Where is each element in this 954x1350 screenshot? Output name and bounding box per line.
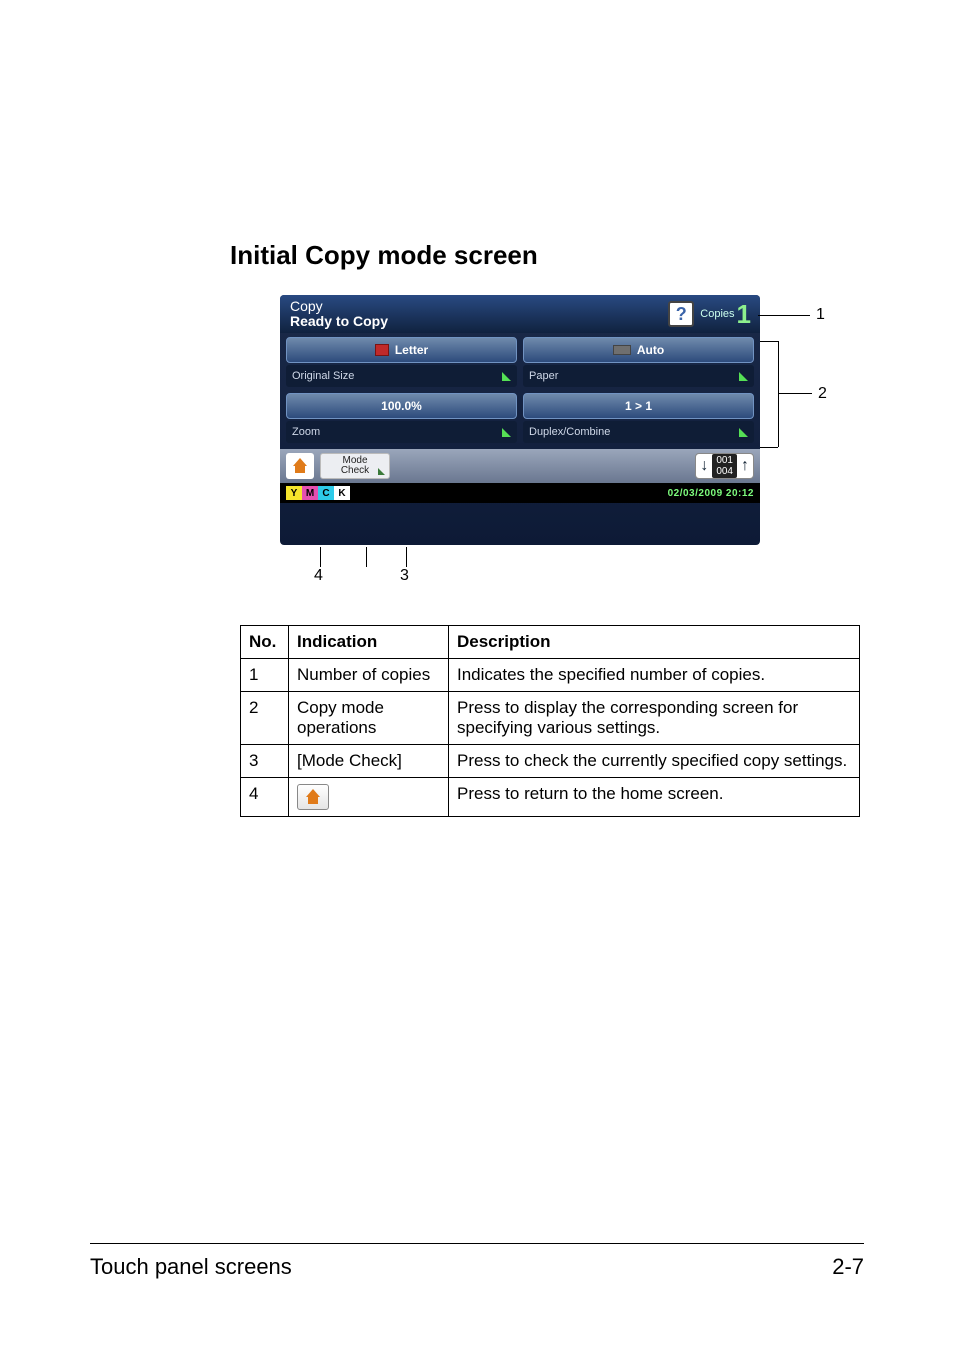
help-icon[interactable]: ? [668, 301, 694, 327]
duplex-combine-label[interactable]: Duplex/Combine [523, 421, 754, 443]
callout-3: 3 [400, 567, 409, 585]
copies-count: 1 [737, 299, 752, 330]
paper-button[interactable]: Auto [523, 337, 754, 363]
table-row: 3 [Mode Check] Press to check the curren… [241, 745, 860, 778]
toner-k-icon: K [334, 486, 350, 500]
section-heading: Initial Copy mode screen [230, 240, 864, 271]
table-row: 4 Press to return to the home screen. [241, 778, 860, 817]
col-indication: Indication [289, 626, 449, 659]
status-strip: Y M C K 02/03/2009 20:12 [280, 483, 760, 503]
mode-check-button[interactable]: Mode Check [320, 453, 390, 479]
tray-icon [613, 345, 631, 355]
expand-icon [739, 428, 748, 437]
expand-icon [378, 468, 385, 475]
page-navigator[interactable]: ↓ 001 004 ↑ [695, 453, 754, 479]
mode-label: Copy [290, 299, 388, 314]
toner-y-icon: Y [286, 486, 302, 500]
col-no: No. [241, 626, 289, 659]
device-screen: Copy Ready to Copy ? Copies 1 Letter [280, 295, 760, 545]
home-icon [291, 458, 309, 474]
indication-table: No. Indication Description 1 Number of c… [240, 625, 860, 817]
original-size-label[interactable]: Original Size [286, 365, 517, 387]
toner-m-icon: M [302, 486, 318, 500]
paper-icon [375, 344, 389, 356]
callout-1: 1 [816, 306, 825, 324]
callout-4: 4 [314, 567, 323, 585]
home-icon [297, 784, 329, 810]
copies-label: Copies [700, 308, 734, 320]
home-button[interactable] [286, 453, 314, 479]
screen-header: Copy Ready to Copy ? Copies 1 [280, 295, 760, 333]
zoom-label[interactable]: Zoom [286, 421, 517, 443]
table-row: 1 Number of copies Indicates the specifi… [241, 659, 860, 692]
expand-icon [502, 372, 511, 381]
table-row: 2 Copy mode operations Press to display … [241, 692, 860, 745]
status-text: Ready to Copy [290, 314, 388, 329]
col-description: Description [449, 626, 860, 659]
footer-page: 2-7 [832, 1254, 864, 1280]
expand-icon [502, 428, 511, 437]
callout-2: 2 [818, 385, 827, 403]
arrow-up-icon[interactable]: ↑ [741, 457, 749, 475]
copy-screen-figure: Copy Ready to Copy ? Copies 1 Letter [280, 295, 860, 605]
toner-c-icon: C [318, 486, 334, 500]
paper-label[interactable]: Paper [523, 365, 754, 387]
expand-icon [739, 372, 748, 381]
datetime: 02/03/2009 20:12 [350, 488, 754, 499]
footer-section: Touch panel screens [90, 1254, 292, 1280]
duplex-combine-button[interactable]: 1 > 1 [523, 393, 754, 419]
original-size-button[interactable]: Letter [286, 337, 517, 363]
arrow-down-icon[interactable]: ↓ [700, 457, 708, 475]
zoom-button[interactable]: 100.0% [286, 393, 517, 419]
